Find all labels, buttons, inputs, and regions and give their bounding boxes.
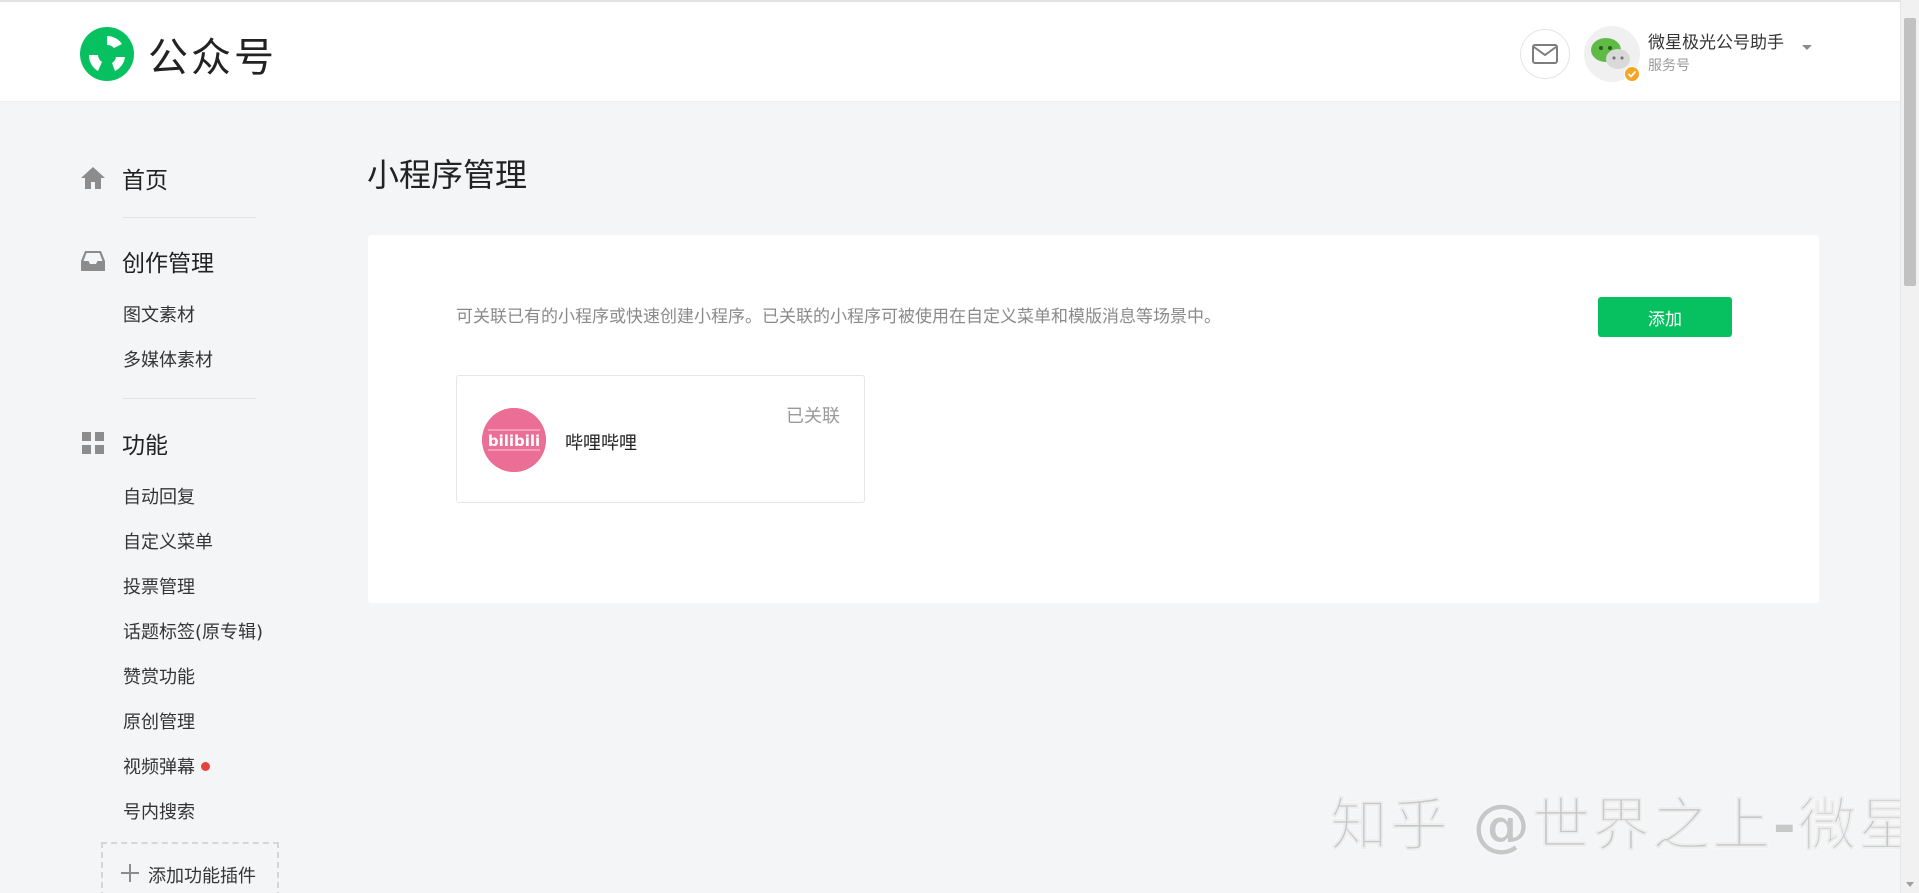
sidebar-item-features[interactable]: 功能 [80, 426, 168, 460]
sidebar-item-video-danmaku[interactable]: 视频弹幕 [123, 753, 210, 779]
plus-icon [121, 864, 139, 882]
account-avatar [1584, 26, 1640, 82]
account-name: 微星极光公号助手 [1648, 33, 1784, 53]
inbox-icon [80, 248, 106, 274]
notification-dot [201, 761, 210, 771]
verified-badge-icon [1624, 66, 1640, 82]
vertical-scrollbar[interactable] [1900, 0, 1919, 893]
home-icon [80, 165, 106, 191]
scroll-down-arrow-icon[interactable] [1906, 882, 1914, 887]
bilibili-avatar: bilibili [482, 408, 546, 472]
add-button[interactable]: 添加 [1598, 297, 1732, 337]
official-account-logo-icon [80, 27, 134, 81]
sidebar-item-creation[interactable]: 创作管理 [80, 244, 214, 278]
sidebar-item-vote-management[interactable]: 投票管理 [123, 573, 195, 599]
grid-icon [80, 430, 106, 456]
sidebar-item-label: 首页 [122, 168, 168, 194]
sidebar-divider [123, 398, 256, 399]
chevron-down-icon [1802, 44, 1812, 50]
mini-program-status: 已关联 [786, 406, 840, 427]
mini-program-panel: 可关联已有的小程序或快速创建小程序。已关联的小程序可被使用在自定义菜单和模版消息… [368, 235, 1819, 603]
add-plugin-label: 添加功能插件 [148, 866, 256, 887]
sidebar-item-original-management[interactable]: 原创管理 [123, 708, 195, 734]
sidebar-item-in-account-search[interactable]: 号内搜索 [123, 798, 195, 824]
avatar-text: bilibili [488, 432, 540, 450]
top-header: 公众号 微星极光公号助手 服务号 [0, 0, 1900, 102]
page-title: 小程序管理 [367, 156, 528, 194]
logo[interactable]: 公众号 [80, 26, 277, 82]
message-button[interactable] [1520, 29, 1570, 79]
sidebar-item-media-material[interactable]: 多媒体素材 [123, 346, 213, 372]
watermark: 知乎 @世界之上-微星 [1329, 791, 1919, 860]
account-menu[interactable]: 微星极光公号助手 服务号 [1584, 26, 1812, 82]
panel-description: 可关联已有的小程序或快速创建小程序。已关联的小程序可被使用在自定义菜单和模版消息… [456, 307, 1221, 327]
sidebar-item-label: 功能 [122, 433, 168, 459]
sidebar-item-topic-tags[interactable]: 话题标签(原专辑) [123, 618, 263, 644]
mini-program-name: 哔哩哔哩 [565, 433, 637, 454]
account-info: 微星极光公号助手 服务号 [1648, 31, 1784, 77]
sidebar-item-home[interactable]: 首页 [80, 161, 168, 195]
mini-program-card[interactable]: bilibili 哔哩哔哩 已关联 [456, 375, 865, 503]
sidebar-item-auto-reply[interactable]: 自动回复 [123, 483, 195, 509]
add-plugin-button[interactable]: 添加功能插件 [101, 842, 279, 893]
sidebar-item-appreciation[interactable]: 赞赏功能 [123, 663, 195, 689]
sidebar-item-label: 创作管理 [122, 251, 214, 277]
sidebar-item-article-material[interactable]: 图文素材 [123, 301, 195, 327]
sidebar-item-custom-menu[interactable]: 自定义菜单 [123, 528, 213, 554]
logo-text: 公众号 [148, 35, 277, 81]
account-type: 服务号 [1648, 58, 1690, 74]
bilibili-logo-icon: bilibili [482, 408, 546, 472]
sidebar-divider [123, 217, 256, 218]
sidebar-item-label: 视频弹幕 [123, 757, 195, 778]
scrollbar-thumb[interactable] [1904, 18, 1916, 286]
mail-icon [1532, 44, 1558, 64]
